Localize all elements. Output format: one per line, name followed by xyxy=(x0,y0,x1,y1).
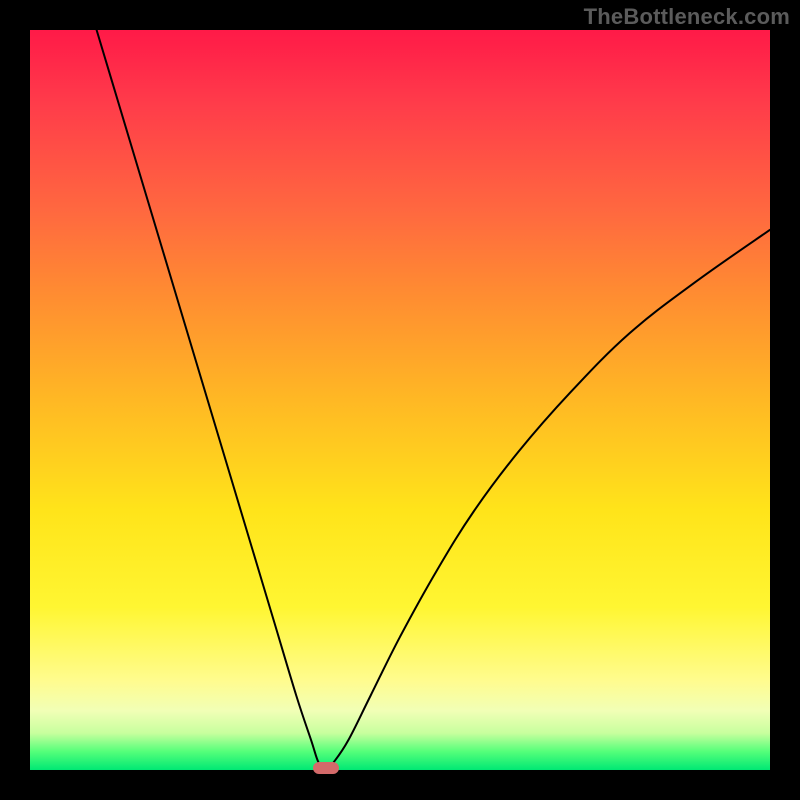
curve-left-branch xyxy=(97,30,326,770)
optimum-marker xyxy=(313,762,339,774)
curve-right-branch xyxy=(326,230,770,770)
bottleneck-curve xyxy=(30,30,770,770)
plot-area xyxy=(30,30,770,770)
chart-frame: TheBottleneck.com xyxy=(0,0,800,800)
watermark-text: TheBottleneck.com xyxy=(584,4,790,30)
